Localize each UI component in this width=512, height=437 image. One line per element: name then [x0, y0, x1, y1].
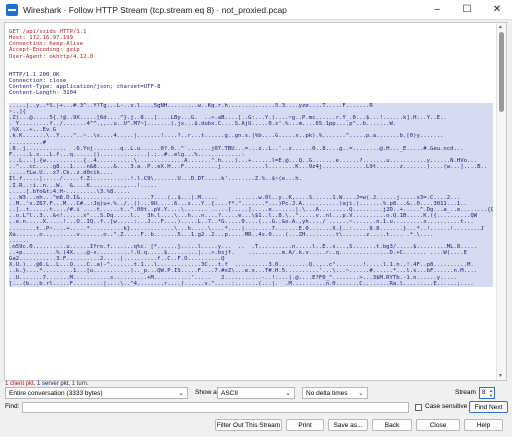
title-bar: Wireshark · Follow HTTP Stream (tcp.stre… — [0, 0, 512, 20]
maximize-button[interactable]: ☐ — [452, 0, 482, 20]
save-as-button[interactable]: Save as... — [328, 419, 368, 431]
server-body-line: ........t..P~....+.....*..........k}....… — [9, 225, 493, 232]
server-body-line: ..e.n.....X.....!...O..IQ..f..[w.....:..… — [9, 219, 493, 226]
find-next-button[interactable]: Find Next — [469, 401, 508, 413]
spin-arrows-icon[interactable]: ▲ ▼ — [489, 388, 493, 398]
stream-number-spinbox[interactable]: 8 ▲ ▼ — [479, 387, 495, 399]
window-title: Wireshark · Follow HTTP Stream (tcp.stre… — [23, 4, 287, 15]
find-label: Find: — [5, 403, 20, 410]
help-button[interactable]: Help — [464, 419, 503, 431]
delta-times-select-value: No delta times — [306, 389, 348, 397]
server-body-line: ..k.}....*.........1...[u...........).._… — [9, 268, 493, 275]
server-body-line: .8..j............ .6.Ynj........q..L.u..… — [9, 145, 493, 152]
options-row: Entire conversation (3333 bytes) ⌄ Show … — [5, 387, 508, 401]
chevron-down-icon: ⌄ — [178, 390, 184, 397]
case-sensitive-checkbox[interactable] — [415, 404, 422, 411]
show-as-select-value: ASCII — [221, 389, 238, 397]
server-body-line: .k.K.......\..Y....^..~..\s....4.....|..… — [9, 133, 493, 140]
scroll-down-arrow-icon[interactable]: ▼ — [498, 373, 503, 379]
server-body-line: ..U.......7.......M...........s.........… — [9, 274, 493, 281]
wireshark-fin-icon — [6, 3, 18, 16]
stream-text[interactable]: GET /api/ssids HTTP/1.1 Host: 172.16.97.1… — [9, 29, 493, 287]
conversation-select-value: Entire conversation (3333 bytes) — [9, 389, 103, 397]
server-body-line: Xa.......o..,.......v.......o..".Z.....F… — [9, 231, 493, 238]
case-sensitive-label: Case sensitive — [425, 403, 468, 410]
stream-number-value: 8 — [482, 390, 486, 396]
chevron-down-icon: ⌄ — [285, 390, 291, 397]
delta-times-select[interactable]: No delta times ⌄ — [302, 387, 368, 399]
stream-content-pane[interactable]: GET /api/ssids HTTP/1.1 Host: 172.16.97.1… — [4, 22, 507, 381]
stream-label: Stream — [455, 389, 476, 396]
close-window-button[interactable]: ✕ — [482, 0, 512, 20]
show-as-select[interactable]: ASCII ⌄ — [217, 387, 295, 399]
window-controls: – ☐ ✕ — [422, 0, 512, 20]
server-body-line: [...(b...b.rl.....F.........|....\..^4..… — [9, 280, 493, 287]
scroll-up-arrow-icon[interactable]: ▲ — [498, 24, 503, 30]
print-button[interactable]: Print — [286, 419, 324, 431]
button-row: Filter Out This Stream Print Save as... … — [0, 418, 512, 434]
chevron-down-icon: ⌄ — [358, 390, 364, 397]
vertical-scrollbar[interactable]: ▲ ▼ — [496, 23, 506, 380]
minimize-button[interactable]: – — [422, 0, 452, 20]
filter-out-stream-button[interactable]: Filter Out This Stream — [215, 419, 282, 431]
scrollbar-thumb[interactable] — [499, 32, 504, 112]
back-button[interactable]: Back — [372, 419, 412, 431]
find-row: Find: Case sensitive Find Next — [5, 401, 508, 415]
conversation-select[interactable]: Entire conversation (3333 bytes) ⌄ — [5, 387, 188, 399]
find-input[interactable] — [22, 402, 409, 413]
close-button[interactable]: Close — [416, 419, 460, 431]
